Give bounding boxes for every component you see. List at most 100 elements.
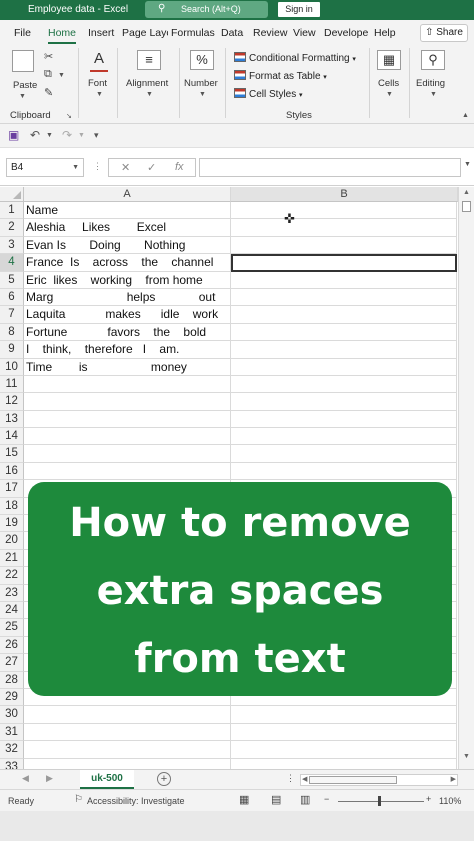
cell-a[interactable]: France Is across the channel (24, 254, 231, 272)
row-header[interactable]: 10 (0, 358, 24, 376)
column-header-a[interactable]: A (24, 187, 231, 202)
share-button[interactable]: ⇧ Share (420, 24, 468, 42)
cell-b[interactable] (231, 375, 457, 394)
row-header[interactable]: 16 (0, 462, 24, 481)
paste-label[interactable]: Paste (13, 80, 37, 91)
enter-icon[interactable]: ✓ (147, 161, 156, 174)
row-header[interactable]: 17 (0, 480, 24, 498)
more-icon[interactable]: ⋮ (286, 773, 295, 784)
cell-a[interactable]: Fortune favors the bold (24, 323, 231, 342)
add-sheet-icon[interactable]: + (157, 772, 171, 786)
cell-styles-button[interactable]: Cell Styles ▾ (234, 88, 303, 100)
row-header[interactable]: 23 (0, 584, 24, 602)
scroll-right-icon[interactable]: ▶ (451, 775, 456, 783)
next-sheet-icon[interactable]: ▶ (46, 773, 53, 784)
font-label[interactable]: Font (88, 78, 107, 89)
tab-help[interactable]: Help (374, 27, 396, 39)
scroll-thumb[interactable] (462, 201, 471, 212)
cells-icon[interactable]: ▦ (377, 50, 401, 70)
row-header[interactable]: 8 (0, 323, 24, 342)
row-header[interactable]: 18 (0, 497, 24, 516)
undo-icon[interactable]: ↶ (30, 128, 40, 142)
accessibility-status[interactable]: Accessibility: Investigate (87, 796, 185, 806)
row-header[interactable]: 9 (0, 341, 24, 359)
cell-b[interactable] (231, 410, 457, 429)
collapse-ribbon-icon[interactable]: ▲ (462, 112, 469, 119)
row-header[interactable]: 4 (0, 254, 24, 272)
page-break-view-icon[interactable]: ▥ (300, 793, 310, 806)
cells-label[interactable]: Cells (378, 78, 399, 89)
cell-b[interactable] (231, 306, 457, 324)
row-header[interactable]: 14 (0, 428, 24, 446)
row-header[interactable]: 32 (0, 741, 24, 759)
format-painter-icon[interactable]: ✎ (44, 86, 53, 99)
zoom-level[interactable]: 110% (439, 796, 461, 806)
row-header[interactable]: 26 (0, 636, 24, 655)
row-header[interactable]: 5 (0, 271, 24, 289)
scroll-down-icon[interactable]: ▼ (463, 753, 470, 760)
row-header[interactable]: 29 (0, 688, 24, 707)
cell-a[interactable]: I think, therefore I am. (24, 341, 231, 359)
chevron-down-icon[interactable]: ▼ (199, 91, 206, 98)
cell-a[interactable]: Aleshia Likes Excel (24, 219, 231, 237)
chevron-down-icon[interactable]: ▼ (464, 161, 471, 168)
cell-b[interactable] (231, 341, 457, 359)
cell-b[interactable] (231, 393, 457, 411)
cell-a[interactable] (24, 723, 231, 742)
cell-b[interactable] (231, 202, 457, 220)
row-header[interactable]: 25 (0, 619, 24, 637)
font-icon[interactable]: A (87, 50, 111, 70)
zoom-slider-thumb[interactable] (378, 796, 381, 806)
selected-cell-b4[interactable] (231, 254, 457, 272)
name-box[interactable]: B4 ▼ (6, 158, 84, 177)
tab-home[interactable]: Home (48, 27, 77, 44)
row-header[interactable]: 30 (0, 706, 24, 724)
normal-view-icon[interactable]: ▦ (239, 793, 249, 806)
chevron-down-icon[interactable]: ▼ (72, 159, 79, 176)
tab-review[interactable]: Review (253, 27, 287, 39)
scroll-left-icon[interactable]: ◀ (302, 775, 307, 783)
customize-toolbar-icon[interactable]: ▾ (94, 130, 99, 141)
format-as-table-button[interactable]: Format as Table ▾ (234, 70, 327, 82)
cell-b[interactable] (231, 236, 457, 255)
redo-icon[interactable]: ↷ (62, 128, 72, 142)
row-header[interactable]: 6 (0, 288, 24, 307)
formula-input[interactable] (199, 158, 461, 177)
chevron-down-icon[interactable]: ▼ (19, 93, 26, 100)
previous-sheet-icon[interactable]: ◀ (22, 773, 29, 784)
cell-a[interactable] (24, 445, 231, 463)
row-header[interactable]: 7 (0, 306, 24, 324)
page-layout-view-icon[interactable]: ▤ (271, 793, 281, 806)
cell-a[interactable]: Evan Is Doing Nothing (24, 236, 231, 255)
cell-b[interactable] (231, 323, 457, 342)
cancel-icon[interactable]: ✕ (121, 161, 130, 174)
cell-b[interactable] (231, 445, 457, 463)
chevron-down-icon[interactable]: ▼ (78, 132, 85, 139)
chevron-down-icon[interactable]: ▼ (58, 72, 65, 79)
vertical-scrollbar[interactable]: ▲ ▼ (458, 187, 474, 769)
cell-a[interactable] (24, 375, 231, 394)
chevron-down-icon[interactable]: ▼ (46, 132, 53, 139)
cell-a[interactable] (24, 706, 231, 724)
tab-data[interactable]: Data (221, 27, 243, 39)
scroll-up-icon[interactable]: ▲ (463, 189, 470, 196)
alignment-icon[interactable]: ≡ (137, 50, 161, 70)
select-all-button[interactable] (0, 187, 24, 202)
chevron-down-icon[interactable]: ▼ (96, 91, 103, 98)
tab-view[interactable]: View (293, 27, 316, 39)
cell-a[interactable]: Marg helps out (24, 288, 231, 307)
sheet-tab-uk-500[interactable]: uk-500 (80, 770, 134, 789)
cell-a[interactable]: Eric likes working from home (24, 271, 231, 289)
editing-icon[interactable]: ⚲ (421, 50, 445, 70)
row-header[interactable]: 31 (0, 723, 24, 742)
row-header[interactable]: 22 (0, 567, 24, 585)
chevron-down-icon[interactable]: ▼ (386, 91, 393, 98)
paste-icon[interactable] (12, 50, 34, 72)
number-label[interactable]: Number (184, 78, 218, 89)
conditional-formatting-button[interactable]: Conditional Formatting ▾ (234, 52, 356, 64)
cell-a[interactable]: Laquita makes idle work (24, 306, 231, 324)
cell-b[interactable] (231, 706, 457, 724)
cell-a[interactable]: Time is money (24, 358, 231, 376)
cell-b[interactable] (231, 358, 457, 376)
insert-function-icon[interactable]: fx (175, 161, 184, 173)
